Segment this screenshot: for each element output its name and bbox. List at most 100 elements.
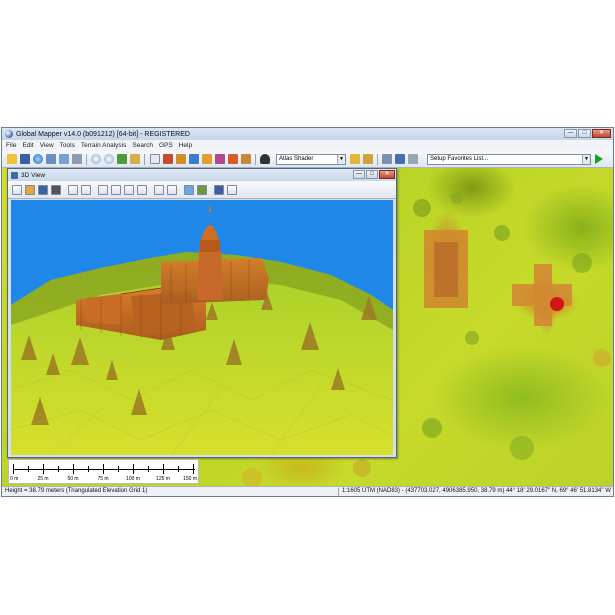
toolbar-separator bbox=[144, 154, 145, 165]
grid-icon[interactable] bbox=[197, 185, 207, 195]
feature-info-icon[interactable] bbox=[189, 154, 199, 164]
scale-line bbox=[13, 469, 195, 470]
menu-edit[interactable]: Edit bbox=[22, 142, 33, 149]
building-courtyard bbox=[434, 242, 458, 297]
home-icon[interactable] bbox=[81, 185, 91, 195]
title-bar[interactable]: Global Mapper v14.0 (b091212) [64-bit] -… bbox=[2, 128, 613, 140]
scale-label: 100 m bbox=[126, 476, 140, 482]
zoom-out-icon[interactable] bbox=[104, 154, 114, 164]
view3d-close-button[interactable]: ✕ bbox=[379, 170, 395, 179]
app-globe-icon bbox=[5, 130, 13, 138]
scale-label: 150 m bbox=[183, 476, 197, 482]
copy-icon[interactable] bbox=[68, 185, 78, 195]
print-icon[interactable] bbox=[395, 154, 405, 164]
view3d-terrain-render bbox=[11, 200, 393, 455]
view3d-canvas[interactable] bbox=[11, 200, 393, 455]
pan-icon[interactable] bbox=[25, 185, 35, 195]
globe-icon[interactable] bbox=[33, 154, 43, 164]
digitizer-icon[interactable] bbox=[163, 154, 173, 164]
scale-label: 0 m bbox=[10, 476, 19, 482]
scale-minor-tick bbox=[118, 466, 119, 472]
view3d-title-bar[interactable]: 3D View — □ ✕ bbox=[8, 169, 396, 181]
lighting-icon[interactable] bbox=[184, 185, 194, 195]
layer-control-icon[interactable] bbox=[46, 154, 56, 164]
zoom-in-icon[interactable] bbox=[154, 185, 164, 195]
window-title: Global Mapper v14.0 (b091212) [64-bit] -… bbox=[16, 130, 190, 138]
shader-select-value: Atlas Shader bbox=[279, 156, 314, 162]
status-bar: Height = 38.79 meters (Triangulated Elev… bbox=[2, 486, 613, 496]
menu-gps[interactable]: GPS bbox=[159, 142, 173, 149]
binoculars-icon[interactable] bbox=[241, 154, 251, 164]
move-icon[interactable] bbox=[12, 185, 22, 195]
3d-view-icon[interactable] bbox=[228, 154, 238, 164]
view3d-toolbar bbox=[8, 181, 396, 199]
home-icon[interactable] bbox=[130, 154, 140, 164]
script-icon[interactable] bbox=[408, 154, 418, 164]
minimize-button[interactable]: — bbox=[564, 129, 577, 138]
main-toolbar: Atlas Shader ▼ Setup Favorites List... ▼ bbox=[2, 151, 613, 168]
rotate-left-icon[interactable] bbox=[98, 185, 108, 195]
view3d-minimize-button[interactable]: — bbox=[353, 170, 365, 179]
menu-terrain-analysis[interactable]: Terrain Analysis bbox=[81, 142, 127, 149]
toolbar-separator bbox=[255, 154, 256, 165]
scale-minor-tick bbox=[178, 466, 179, 472]
scale-tick bbox=[163, 464, 164, 474]
scale-bar: 0 m 25 m 50 m 75 m 100 m 125 m 150 m bbox=[8, 459, 199, 484]
menu-view[interactable]: View bbox=[40, 142, 54, 149]
capitol-wing bbox=[534, 264, 552, 326]
menu-help[interactable]: Help bbox=[179, 142, 192, 149]
open-folder-icon[interactable] bbox=[7, 154, 17, 164]
save-icon[interactable] bbox=[214, 185, 224, 195]
favorites-select-value: Setup Favorites List... bbox=[430, 156, 489, 162]
maximize-button[interactable]: □ bbox=[578, 129, 591, 138]
menu-search[interactable]: Search bbox=[132, 142, 153, 149]
view-shed-icon[interactable] bbox=[215, 154, 225, 164]
chevron-down-icon[interactable]: ▼ bbox=[337, 155, 345, 164]
shader-options-icon[interactable] bbox=[350, 154, 360, 164]
menu-tools[interactable]: Tools bbox=[60, 142, 75, 149]
export-icon[interactable] bbox=[382, 154, 392, 164]
binoculars-icon[interactable] bbox=[51, 185, 61, 195]
measure-icon[interactable] bbox=[176, 154, 186, 164]
full-view-icon[interactable] bbox=[117, 154, 127, 164]
menu-file[interactable]: File bbox=[6, 142, 16, 149]
scale-minor-tick bbox=[28, 466, 29, 472]
save-icon[interactable] bbox=[20, 154, 30, 164]
connect-icon[interactable] bbox=[59, 154, 69, 164]
scale-tick bbox=[193, 464, 194, 474]
3d-view-icon bbox=[11, 171, 18, 179]
scale-label: 50 m bbox=[67, 476, 79, 482]
toolbar-separator bbox=[377, 154, 378, 165]
pointer-icon[interactable] bbox=[150, 154, 160, 164]
shader-select[interactable]: Atlas Shader ▼ bbox=[276, 154, 346, 165]
status-coordinates: 1:1605 UTM (NAD83) - (437703.027, 490638… bbox=[342, 488, 611, 494]
scale-tick bbox=[133, 464, 134, 474]
view3d-maximize-button[interactable]: □ bbox=[366, 170, 378, 179]
tilt-up-icon[interactable] bbox=[124, 185, 134, 195]
scale-tick bbox=[43, 464, 44, 474]
chevron-down-icon[interactable]: ▼ bbox=[582, 155, 590, 164]
scale-label: 125 m bbox=[156, 476, 170, 482]
run-favorite-icon[interactable] bbox=[595, 154, 603, 164]
view3d-window: 3D View — □ ✕ bbox=[7, 168, 397, 458]
scale-minor-tick bbox=[148, 466, 149, 472]
print-icon[interactable] bbox=[227, 185, 237, 195]
scale-minor-tick bbox=[58, 466, 59, 472]
lighting-icon[interactable] bbox=[363, 154, 373, 164]
zoom-out-icon[interactable] bbox=[167, 185, 177, 195]
menu-bar: File Edit View Tools Terrain Analysis Se… bbox=[2, 140, 613, 151]
rotate-right-icon[interactable] bbox=[111, 185, 121, 195]
record-icon[interactable] bbox=[38, 185, 48, 195]
binoculars-icon[interactable] bbox=[260, 154, 270, 164]
path-profile-icon[interactable] bbox=[202, 154, 212, 164]
zoom-in-icon[interactable] bbox=[91, 154, 101, 164]
scale-minor-tick bbox=[88, 466, 89, 472]
config-icon[interactable] bbox=[72, 154, 82, 164]
favorites-select[interactable]: Setup Favorites List... ▼ bbox=[427, 154, 591, 165]
capitol-dome bbox=[550, 297, 564, 311]
close-button[interactable]: ✕ bbox=[592, 129, 611, 138]
tilt-down-icon[interactable] bbox=[137, 185, 147, 195]
status-height: Height = 38.79 meters (Triangulated Elev… bbox=[5, 488, 148, 494]
scale-label: 75 m bbox=[97, 476, 109, 482]
scale-tick bbox=[73, 464, 74, 474]
